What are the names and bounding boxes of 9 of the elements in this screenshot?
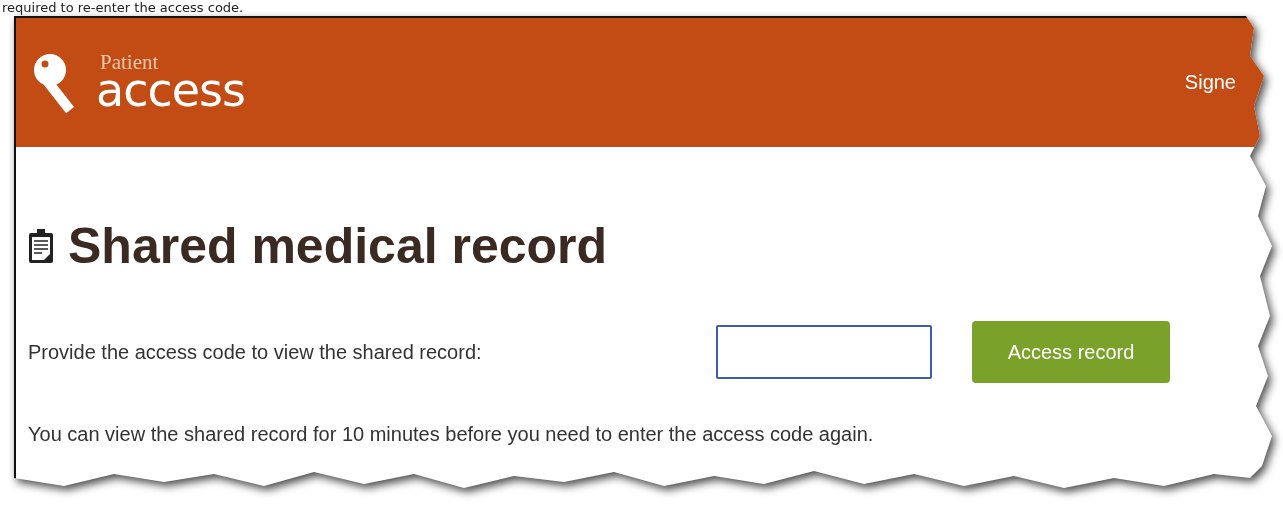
- logo-text: Patient: [100, 52, 160, 73]
- caption-text: required to re-enter the access code.: [1, 0, 245, 16]
- access-code-label: Provide the access code to view the shared record:: [28, 340, 483, 364]
- info-text: You can view the shared record for 10 minutes before you need to enter the access code again.: [28, 423, 875, 446]
- page-title: Shared medical record: [68, 217, 608, 275]
- clipboard-icon: [28, 228, 54, 264]
- user-link[interactable]: Signe: [1184, 71, 1236, 94]
- access-code-field[interactable]: [716, 325, 932, 379]
- access-record-button[interactable]: Access record: [972, 321, 1170, 383]
